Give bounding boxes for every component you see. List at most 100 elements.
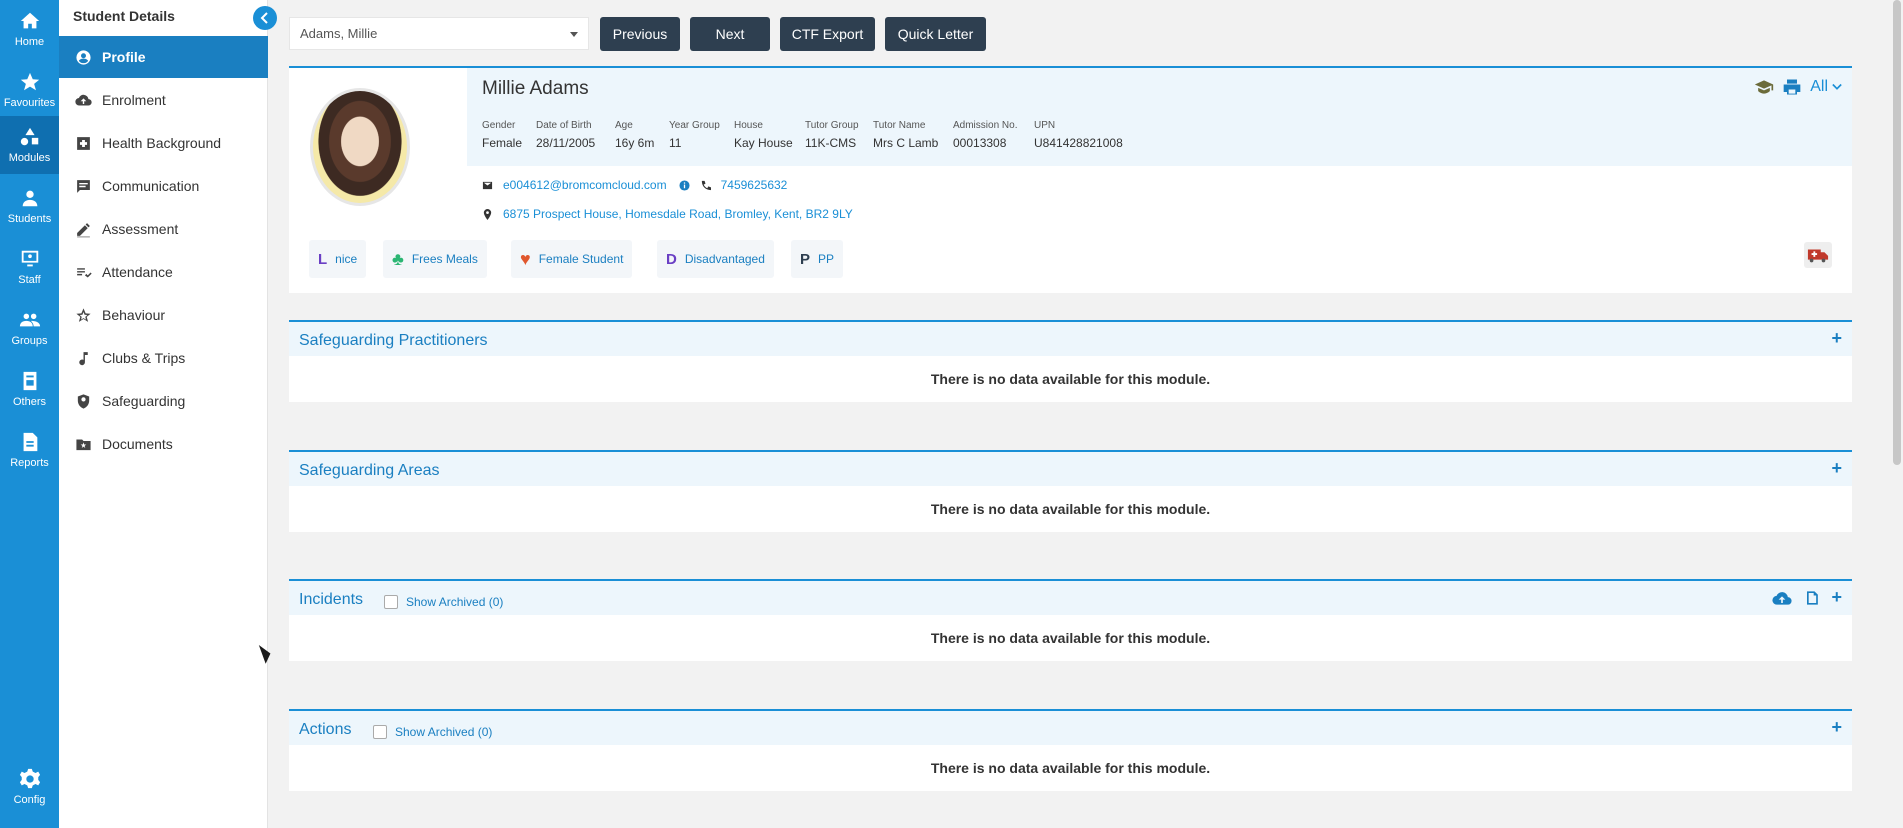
chevron-down-icon bbox=[1832, 83, 1842, 90]
letter-p-icon: P bbox=[800, 250, 811, 268]
sidebar-item-attendance[interactable]: Attendance bbox=[59, 251, 268, 293]
field-value: Kay House bbox=[734, 136, 793, 150]
field-value: 28/11/2005 bbox=[536, 136, 596, 150]
page-scrollbar[interactable] bbox=[1891, 0, 1903, 828]
sidebar-item-label: Communication bbox=[102, 178, 200, 194]
sidebar-item-health-background[interactable]: Health Background bbox=[59, 122, 268, 164]
info-icon[interactable] bbox=[679, 179, 690, 191]
rail-label: Modules bbox=[8, 152, 51, 164]
next-button[interactable]: Next bbox=[690, 17, 770, 51]
contact-row: e004612@bromcomcloud.com 7459625632 bbox=[482, 178, 787, 192]
envelope-icon bbox=[482, 181, 493, 189]
print-icon[interactable] bbox=[1782, 78, 1802, 96]
sidebar-item-assessment[interactable]: Assessment bbox=[59, 208, 268, 250]
phone-icon bbox=[701, 180, 711, 190]
sidebar-item-label: Attendance bbox=[102, 264, 173, 280]
field-label: Tutor Group bbox=[805, 120, 859, 131]
rail-label: Staff bbox=[18, 274, 41, 286]
star-outline-icon bbox=[76, 307, 91, 322]
chevron-left-icon bbox=[260, 12, 268, 24]
rail-reports[interactable]: Reports bbox=[0, 421, 59, 479]
field-value: 11 bbox=[669, 136, 682, 150]
shield-icon bbox=[77, 393, 90, 409]
tag-label: Female Student bbox=[538, 252, 624, 266]
clover-icon: ♣ bbox=[392, 248, 404, 269]
field-label: Tutor Name bbox=[873, 120, 926, 131]
tag-label: PP bbox=[818, 252, 835, 266]
tag-pp[interactable]: P PP bbox=[791, 240, 844, 278]
tag-free-meals[interactable]: ♣ Frees Meals bbox=[383, 240, 487, 278]
rail-label: Reports bbox=[10, 457, 49, 469]
field-label: Gender bbox=[482, 120, 516, 131]
module-title: Actions bbox=[299, 721, 352, 738]
checkbox[interactable] bbox=[384, 595, 398, 609]
rail-config[interactable]: Config bbox=[0, 758, 59, 816]
music-note-icon bbox=[79, 351, 88, 365]
sidebar-item-label: Behaviour bbox=[102, 307, 166, 323]
scrollbar-thumb[interactable] bbox=[1893, 0, 1901, 465]
tag-label: Disadvantaged bbox=[684, 252, 765, 266]
sidebar-item-safeguarding[interactable]: Safeguarding bbox=[59, 380, 268, 422]
field-label: Year Group bbox=[669, 120, 720, 131]
presentation-icon bbox=[21, 250, 38, 267]
rail-favourites[interactable]: Favourites bbox=[0, 61, 59, 119]
field-label: Age bbox=[615, 120, 633, 131]
tag-nice[interactable]: L nice bbox=[309, 240, 367, 278]
rail-groups[interactable]: Groups bbox=[0, 299, 59, 357]
sidebar-item-label: Profile bbox=[102, 49, 146, 65]
address-link[interactable]: 6875 Prospect House, Homesdale Road, Bro… bbox=[503, 207, 853, 221]
empty-message: There is no data available for this modu… bbox=[930, 630, 1211, 646]
rail-label: Favourites bbox=[3, 97, 56, 109]
graduation-cap-icon[interactable] bbox=[1754, 78, 1774, 96]
student-select[interactable]: Adams, Millie bbox=[289, 17, 589, 50]
sidebar-item-documents[interactable]: Documents bbox=[59, 423, 268, 465]
add-icon[interactable]: + bbox=[1831, 328, 1842, 349]
empty-message: There is no data available for this modu… bbox=[930, 501, 1211, 517]
letter-d-icon: D bbox=[666, 250, 677, 268]
sidebar-item-label: Documents bbox=[102, 436, 173, 452]
field-label: Date of Birth bbox=[536, 120, 592, 131]
rail-label: Config bbox=[13, 794, 46, 806]
rail-others[interactable]: Others bbox=[0, 360, 59, 418]
add-icon[interactable]: + bbox=[1831, 587, 1842, 608]
tag-label: nice bbox=[335, 252, 358, 266]
sidebar-item-behaviour[interactable]: Behaviour bbox=[59, 294, 268, 336]
all-dropdown[interactable]: All bbox=[1810, 78, 1842, 96]
module-header: Safeguarding Areas + bbox=[289, 452, 1852, 486]
cloud-upload-icon[interactable] bbox=[1772, 589, 1792, 607]
add-icon[interactable]: + bbox=[1831, 458, 1842, 479]
previous-button[interactable]: Previous bbox=[600, 17, 680, 51]
sidebar-item-label: Safeguarding bbox=[102, 393, 186, 409]
module-header: Safeguarding Practitioners + bbox=[289, 322, 1852, 356]
collapse-sidebar-button[interactable] bbox=[253, 6, 277, 30]
checkbox[interactable] bbox=[373, 725, 387, 739]
sidebar-item-profile[interactable]: Profile bbox=[59, 36, 268, 78]
sidebar-item-clubs-trips[interactable]: Clubs & Trips bbox=[59, 337, 268, 379]
quick-letter-button[interactable]: Quick Letter bbox=[885, 17, 986, 51]
phone-link[interactable]: 7459625632 bbox=[721, 178, 788, 192]
rail-label: Students bbox=[7, 213, 52, 225]
rail-staff[interactable]: Staff bbox=[0, 238, 59, 296]
export-file-icon[interactable] bbox=[1802, 589, 1822, 607]
all-label: All bbox=[1810, 78, 1828, 95]
module-actions: Actions Show Archived (0) + There is no … bbox=[289, 709, 1852, 791]
sidebar-item-label: Assessment bbox=[102, 221, 179, 237]
module-title: Safeguarding Areas bbox=[299, 462, 440, 479]
ambulance-icon[interactable] bbox=[1804, 242, 1832, 268]
sidebar-item-communication[interactable]: Communication bbox=[59, 165, 268, 207]
chat-icon bbox=[77, 179, 90, 193]
rail-modules[interactable]: Modules bbox=[0, 116, 59, 174]
checkbox-label: Show Archived (0) bbox=[395, 725, 493, 739]
ctf-export-button[interactable]: CTF Export bbox=[780, 17, 875, 51]
tag-disadvantaged[interactable]: D Disadvantaged bbox=[657, 240, 774, 278]
sidebar-item-enrolment[interactable]: Enrolment bbox=[59, 79, 268, 121]
show-archived-checkbox[interactable]: Show Archived (0) bbox=[384, 595, 503, 609]
medical-plus-icon bbox=[77, 136, 90, 150]
field-value: Mrs C Lamb bbox=[873, 136, 939, 150]
rail-home[interactable]: Home bbox=[0, 0, 59, 58]
tag-female-student[interactable]: ♥ Female Student bbox=[511, 240, 633, 278]
email-link[interactable]: e004612@bromcomcloud.com bbox=[503, 178, 667, 192]
show-archived-checkbox[interactable]: Show Archived (0) bbox=[373, 725, 492, 739]
add-icon[interactable]: + bbox=[1831, 717, 1842, 738]
rail-students[interactable]: Students bbox=[0, 177, 59, 235]
